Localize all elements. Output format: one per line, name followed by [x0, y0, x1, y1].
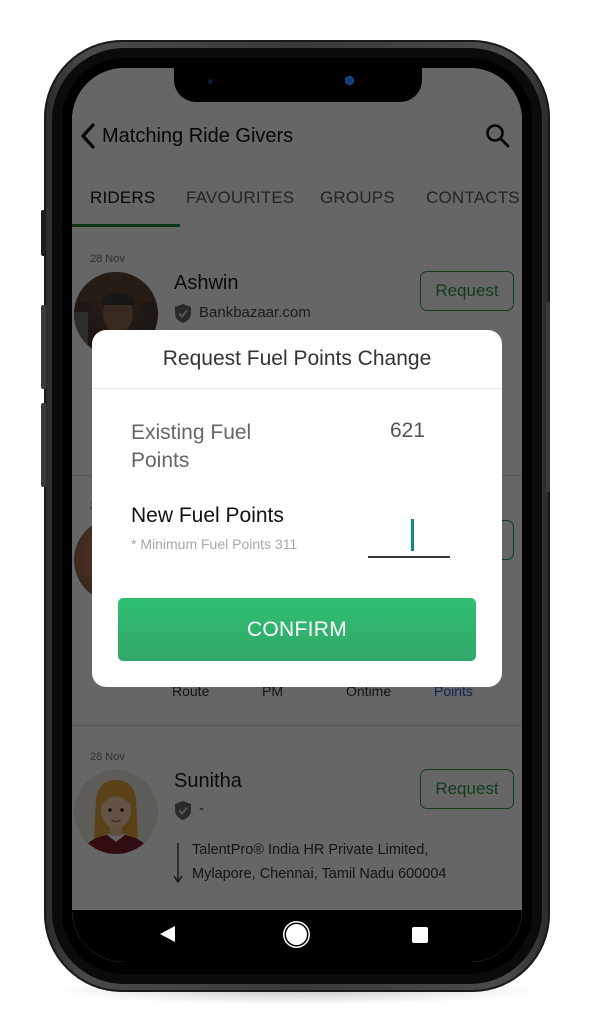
- dialog-title: Request Fuel Points Change: [162, 347, 432, 370]
- side-button-volume-up: [41, 305, 46, 389]
- sensor-icon: [208, 79, 213, 84]
- side-button-volume-down: [41, 403, 46, 487]
- minimum-points-note: * Minimum Fuel Points 311: [131, 536, 298, 552]
- nav-back-icon[interactable]: [160, 926, 175, 942]
- new-points-label: New Fuel Points: [131, 504, 284, 527]
- new-points-input[interactable]: [368, 512, 450, 558]
- fuel-points-dialog: Request Fuel Points Change Existing Fuel…: [92, 330, 502, 687]
- system-nav-bar: [72, 910, 522, 962]
- screen: Matching Ride Givers RIDERS FAVOURITES G…: [72, 68, 522, 962]
- side-button-mute: [41, 210, 46, 256]
- nav-recents-icon[interactable]: [412, 927, 428, 943]
- dialog-divider: [92, 388, 502, 389]
- notch: [174, 68, 422, 102]
- front-camera-icon: [345, 76, 354, 85]
- side-button-power: [546, 302, 550, 492]
- nav-home-icon[interactable]: [286, 924, 307, 945]
- existing-points-label: Existing Fuel Points: [131, 421, 252, 472]
- confirm-button[interactable]: CONFIRM: [118, 598, 476, 661]
- text-caret: [411, 519, 414, 551]
- existing-points-value: 621: [390, 419, 426, 442]
